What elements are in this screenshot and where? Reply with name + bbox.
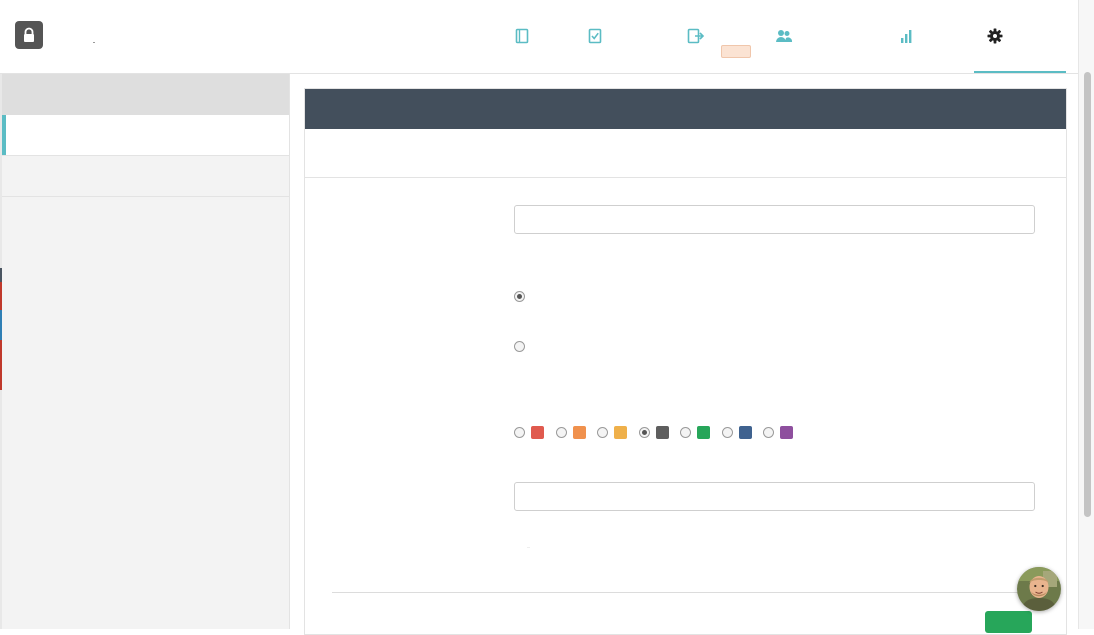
color-option-purple[interactable] <box>763 425 793 439</box>
color-swatch <box>531 425 544 439</box>
sidebar-item[interactable] <box>2 156 289 197</box>
text-field-1[interactable] <box>514 205 1035 234</box>
color-radio[interactable] <box>763 426 774 438</box>
active-tab-indicator <box>974 71 1066 73</box>
color-swatch <box>697 425 710 439</box>
page-scrollbar[interactable] <box>1078 0 1094 629</box>
lock-icon[interactable] <box>15 21 43 49</box>
color-radio[interactable] <box>514 426 525 438</box>
color-swatch <box>780 425 793 439</box>
panel-subheader <box>305 129 1066 178</box>
color-radio[interactable] <box>639 426 650 438</box>
notification-badge <box>721 45 751 58</box>
color-option-yellow[interactable] <box>597 425 627 439</box>
text-field-2[interactable] <box>514 482 1035 511</box>
color-radio[interactable] <box>597 426 608 438</box>
color-radio[interactable] <box>556 426 567 438</box>
color-radio[interactable] <box>680 426 691 438</box>
color-option-gray[interactable] <box>639 425 669 439</box>
checklist-icon[interactable] <box>586 27 604 45</box>
support-chat-avatar[interactable] <box>1017 567 1061 611</box>
radio-option-1[interactable] <box>514 291 525 302</box>
color-swatch <box>739 425 752 439</box>
sidebar-active-accent <box>2 115 6 155</box>
users-icon[interactable] <box>775 27 793 45</box>
color-option-blue[interactable] <box>722 425 752 439</box>
bar-chart-icon[interactable] <box>898 27 916 45</box>
logo-text-mark <box>93 42 95 43</box>
sidebar <box>2 74 290 629</box>
color-swatch <box>656 425 669 439</box>
form-divider <box>332 592 1055 593</box>
top-header <box>0 0 1078 74</box>
color-option-green[interactable] <box>680 425 710 439</box>
sidebar-item-active[interactable] <box>2 115 289 156</box>
gear-icon[interactable] <box>986 27 1004 45</box>
help-text <box>527 547 530 548</box>
settings-panel <box>304 88 1067 635</box>
color-swatch <box>573 425 586 439</box>
radio-option-2[interactable] <box>514 341 525 352</box>
book-icon[interactable] <box>513 27 531 45</box>
save-button[interactable] <box>985 611 1032 633</box>
color-option-orange[interactable] <box>556 425 586 439</box>
color-radio[interactable] <box>722 426 733 438</box>
scrollbar-thumb[interactable] <box>1084 72 1091 517</box>
sidebar-header <box>2 74 289 115</box>
export-icon[interactable] <box>687 27 705 45</box>
color-option-red[interactable] <box>514 425 544 439</box>
panel-header-bar <box>305 89 1066 129</box>
color-swatch <box>614 425 627 439</box>
